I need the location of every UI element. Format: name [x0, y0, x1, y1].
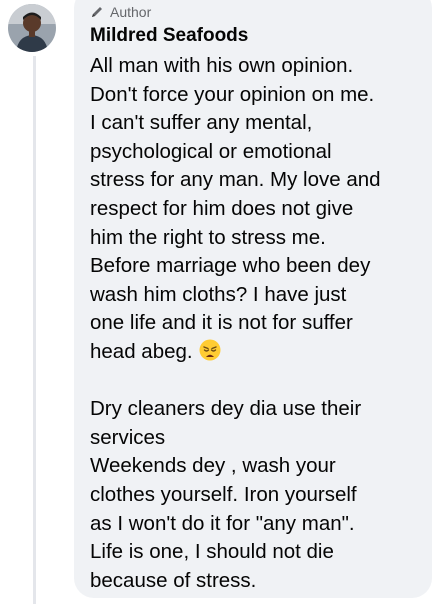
comment-line: Before marriage who been dey: [90, 254, 371, 278]
avatar[interactable]: [8, 4, 56, 52]
comment-line: respect for him does not give: [90, 196, 354, 220]
comment-paragraph-2: Dry cleaners dey dia use their services …: [90, 395, 422, 595]
comment-line: Weekends dey , wash your: [90, 454, 336, 478]
comment-line: because of stress.: [90, 568, 257, 592]
comment-line: All man with his own opinion.: [90, 54, 354, 77]
comment-line: services: [90, 425, 166, 449]
comment-line: him the right to stress me.: [90, 225, 326, 249]
comment-line: wash him cloths? I have just: [90, 282, 347, 306]
comment-line: head abeg.: [90, 339, 193, 363]
comment-thread: Author Mildred Seafoods All man with his…: [0, 0, 432, 604]
comment-line: one life and it is not for suffer: [90, 311, 353, 335]
comment-line: clothes yourself. Iron yourself: [90, 482, 357, 506]
author-name[interactable]: Mildred Seafoods: [90, 24, 422, 48]
comment-line: Don't force your opinion on me.: [90, 82, 375, 106]
comment-line: Dry cleaners dey dia use their: [90, 397, 362, 421]
comment-bubble: Author Mildred Seafoods All man with his…: [74, 0, 432, 598]
comment-line-with-emoji: head abeg.: [90, 338, 422, 367]
comment-paragraph-1: All man with his own opinion. Don't forc…: [90, 52, 422, 367]
comment-line: I can't suffer any mental,: [90, 111, 313, 135]
weary-face-emoji-icon: [199, 339, 221, 361]
comment-line: stress for any man. My love and: [90, 168, 381, 192]
comment-line: psychological or emotional: [90, 139, 332, 163]
comment-text: All man with his own opinion. Don't forc…: [90, 52, 422, 595]
pencil-icon: [90, 5, 104, 19]
author-badge: Author: [90, 2, 422, 22]
author-badge-label: Author: [110, 4, 152, 20]
thread-line: [33, 56, 36, 604]
comment-line: as I won't do it for "any man".: [90, 511, 355, 535]
comment-line: Life is one, I should not die: [90, 540, 334, 564]
